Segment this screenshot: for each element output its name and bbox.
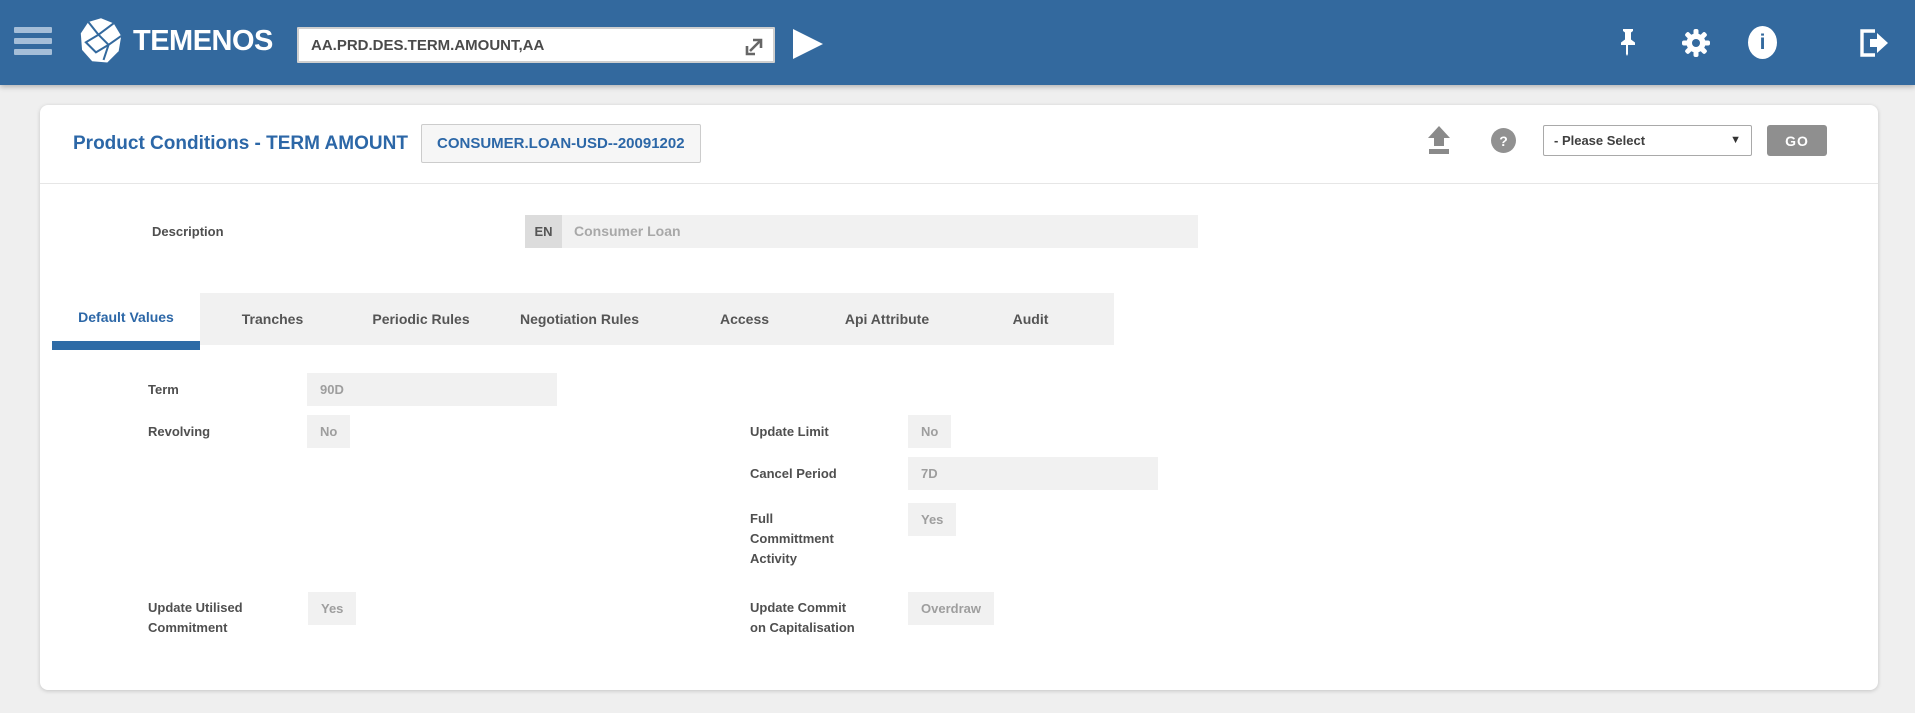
term-label: Term — [148, 373, 179, 406]
record-reference-badge: CONSUMER.LOAN-USD--20091202 — [421, 124, 701, 163]
page-title: Product Conditions - TERM AMOUNT — [73, 125, 408, 163]
help-icon[interactable]: ? — [1491, 128, 1516, 153]
temenos-logo-icon — [78, 17, 124, 65]
product-conditions-card: Product Conditions - TERM AMOUNT CONSUME… — [40, 105, 1878, 690]
sign-out-icon[interactable] — [1855, 27, 1889, 59]
term-field: 90D — [307, 373, 557, 406]
cancel-period-field: 7D — [908, 457, 1158, 490]
app-header: TEMENOS i — [0, 0, 1915, 85]
tab-access[interactable]: Access — [662, 293, 827, 345]
tab-periodic-rules[interactable]: Periodic Rules — [345, 293, 497, 345]
revolving-label: Revolving — [148, 415, 210, 448]
tab-tranches[interactable]: Tranches — [200, 293, 345, 345]
temenos-logo: TEMENOS — [78, 17, 273, 65]
update-limit-label: Update Limit — [750, 415, 829, 448]
tab-default-values[interactable]: Default Values — [52, 293, 200, 350]
info-icon[interactable]: i — [1748, 26, 1777, 59]
hamburger-menu-icon[interactable] — [14, 27, 52, 56]
description-field: Consumer Loan — [562, 215, 1198, 248]
gear-icon[interactable] — [1680, 27, 1712, 59]
go-button[interactable]: GO — [1767, 125, 1827, 156]
description-label: Description — [152, 215, 224, 248]
logo-text: TEMENOS — [133, 25, 273, 58]
action-select-value: - Please Select — [1554, 133, 1645, 148]
upload-icon[interactable] — [1425, 125, 1453, 155]
expand-icon[interactable] — [742, 34, 768, 58]
divider — [40, 183, 1878, 184]
tab-api-attribute[interactable]: Api Attribute — [827, 293, 947, 345]
cancel-period-label: Cancel Period — [750, 457, 837, 490]
tab-negotiation-rules[interactable]: Negotiation Rules — [497, 293, 662, 345]
tab-audit[interactable]: Audit — [947, 293, 1114, 345]
play-icon[interactable] — [789, 28, 825, 60]
language-badge: EN — [525, 215, 562, 248]
caret-down-icon: ▼ — [1730, 126, 1741, 155]
full-committment-activity-label: Full Committment Activity — [750, 503, 846, 569]
update-utilised-commitment-label: Update Utilised Commitment — [148, 592, 268, 638]
update-limit-field: No — [908, 415, 951, 448]
revolving-field: No — [307, 415, 350, 448]
tab-bar: Default Values Tranches Periodic Rules N… — [52, 293, 1114, 350]
pin-icon[interactable] — [1614, 27, 1642, 59]
update-utilised-commitment-field: Yes — [308, 592, 356, 625]
update-commit-on-capitalisation-label: Update Commit on Capitalisation — [750, 592, 862, 638]
full-committment-activity-field: Yes — [908, 503, 956, 536]
action-select[interactable]: - Please Select ▼ — [1543, 125, 1752, 156]
update-commit-on-capitalisation-field: Overdraw — [908, 592, 994, 625]
command-input[interactable] — [297, 27, 775, 63]
